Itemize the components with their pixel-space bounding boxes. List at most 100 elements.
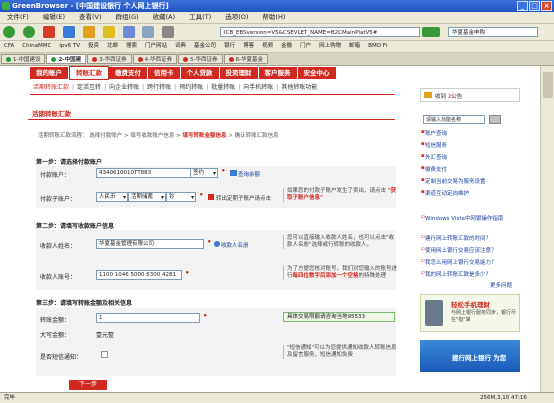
payee-name-input[interactable]: 华夏基金管理有限公司: [96, 239, 204, 249]
news-link[interactable]: Windows Vista中网银操作指南: [425, 214, 520, 222]
cash-select[interactable]: 钞: [166, 192, 196, 202]
link-item[interactable]: 门户: [296, 41, 315, 52]
next-button[interactable]: 下一步: [69, 380, 107, 390]
link-item[interactable]: 金融: [277, 41, 296, 52]
link-item[interactable]: CFA: [0, 41, 18, 52]
amount-input[interactable]: 1: [96, 313, 200, 323]
link-item[interactable]: 邮箱: [345, 41, 364, 52]
required-mark: •: [199, 191, 204, 199]
menu-file[interactable]: 文件(F): [0, 12, 36, 23]
home-icon[interactable]: [82, 26, 95, 38]
link-item[interactable]: 投资: [84, 41, 103, 52]
nav-my-account[interactable]: 我的账户: [30, 67, 69, 79]
close-button[interactable]: ×: [541, 1, 552, 11]
search-button[interactable]: [489, 115, 501, 124]
account-select[interactable]: 4340610010TT883: [96, 168, 200, 178]
inbox-text[interactable]: 收到 2公告: [435, 92, 462, 100]
search-icon: [230, 170, 237, 176]
nav-loan[interactable]: 个人贷款: [180, 67, 220, 79]
nav-payment[interactable]: 缴费支付: [109, 67, 148, 79]
quick-link[interactable]: 短信服务: [425, 141, 447, 149]
more-link[interactable]: 更多问题: [490, 281, 512, 289]
menu-group[interactable]: 群组(G): [109, 12, 146, 23]
subnav-current-transfer[interactable]: 活期转账汇款: [30, 84, 72, 91]
subnav-item[interactable]: 批量转账: [208, 84, 238, 91]
quick-link[interactable]: 定制当前交易为服务设置: [425, 177, 486, 185]
vertical-scrollbar[interactable]: [540, 66, 554, 392]
mobile-banking-ad[interactable]: 轻松手机理财 与网上银行服务同步，银行尽在"指"掌: [420, 294, 520, 332]
news-link[interactable]: 使用网上银行交易应该注意？: [425, 246, 520, 254]
online-banking-ad[interactable]: 建行网上银行 为您: [420, 340, 520, 372]
account-label: 付款账户：: [40, 172, 71, 179]
quick-link[interactable]: 账户查询: [425, 129, 447, 137]
regular-account-link[interactable]: 转出定期子账户请点击: [216, 194, 271, 202]
menu-edit[interactable]: 编辑(E): [36, 12, 72, 23]
menu-view[interactable]: 查看(V): [72, 12, 109, 23]
sms-checkbox[interactable]: [101, 351, 108, 358]
mail-icon[interactable]: [142, 26, 155, 38]
menu-options[interactable]: 选项(O): [218, 12, 255, 23]
back-icon[interactable]: [3, 26, 15, 38]
browser-tab[interactable]: 6-华夏基金: [223, 54, 269, 64]
browser-tab[interactable]: 5-华西证券: [178, 54, 223, 64]
stop-icon[interactable]: [42, 26, 55, 38]
nav-investment[interactable]: 投资理财: [219, 67, 259, 79]
minimize-button[interactable]: _: [517, 1, 528, 11]
menu-bar: 文件(F) 编辑(E) 查看(V) 群组(G) 收藏(A) 工具(T) 选项(O) 帮助(H): [0, 12, 554, 24]
type-select[interactable]: 活期储蓄: [128, 192, 166, 202]
payee-book-link[interactable]: 收款人名册: [221, 241, 249, 249]
history-icon[interactable]: [122, 26, 135, 38]
browser-tab[interactable]: 4-华西证券: [132, 54, 178, 64]
news-link[interactable]: 建行网上转账汇款的时间？: [425, 234, 520, 242]
go-icon[interactable]: [422, 27, 440, 37]
link-item[interactable]: 搜索: [122, 41, 141, 52]
nav-security[interactable]: 安全中心: [297, 67, 337, 79]
news-link[interactable]: 我怎么用网上银行交易能力？: [425, 258, 520, 266]
link-item[interactable]: ChinaMMC: [18, 41, 55, 52]
payee-account-input[interactable]: 1100 1046 5000 5300 4281: [96, 270, 182, 280]
link-item[interactable]: 博客: [239, 41, 258, 52]
news-link[interactable]: 我的网上转账汇款是多少？: [425, 270, 520, 278]
link-item[interactable]: 词典: [171, 41, 190, 52]
link-item[interactable]: 视频: [258, 41, 277, 52]
link-item[interactable]: 基金公司: [190, 41, 220, 52]
scrollbar-thumb[interactable]: [543, 72, 553, 98]
address-bar[interactable]: ICB_EBSversion=V5&CSEVLET_NAME=B2CMainPl…: [220, 27, 420, 37]
nav-customer-service[interactable]: 客户服务: [258, 67, 298, 79]
link-item[interactable]: 北邮: [103, 41, 122, 52]
currency-select[interactable]: 人民币: [96, 192, 128, 202]
forward-icon[interactable]: [22, 26, 35, 38]
subnav-item[interactable]: 预约转账: [176, 84, 206, 91]
browser-tab[interactable]: 3-华西证券: [87, 54, 132, 64]
subnav-item[interactable]: 定活互转: [74, 84, 104, 91]
browser-tab[interactable]: 1-中国建设: [1, 54, 46, 64]
browser-tab-active[interactable]: 2-中国建: [46, 54, 87, 64]
nav-transfer[interactable]: 转账汇款: [69, 66, 109, 80]
subnav-item[interactable]: 其他转账功能: [278, 84, 320, 91]
function-search-input[interactable]: 请输入功能名称: [423, 115, 485, 124]
nav-credit-card[interactable]: 信用卡: [148, 67, 181, 79]
menu-help[interactable]: 帮助(H): [255, 12, 292, 23]
subnav-item[interactable]: 跨行转账: [144, 84, 174, 91]
query-balance-link[interactable]: 查询余额: [238, 170, 260, 178]
refresh-icon[interactable]: [62, 26, 75, 38]
print-icon[interactable]: [162, 26, 175, 38]
quick-link[interactable]: 缴费支付: [425, 165, 447, 173]
favorites-icon[interactable]: [102, 26, 115, 38]
link-item[interactable]: 银行: [220, 41, 239, 52]
subnav-item[interactable]: 向企业转账: [106, 84, 142, 91]
link-item[interactable]: 网上购物: [315, 41, 345, 52]
subnav-item[interactable]: 向手机转账: [240, 84, 276, 91]
quick-link[interactable]: 渠道互动定向维护: [425, 189, 469, 197]
sign-select[interactable]: 签约: [190, 168, 218, 178]
quick-link[interactable]: 外汇查询: [425, 153, 447, 161]
search-input[interactable]: 华夏基金申购: [448, 27, 538, 37]
link-item[interactable]: 门户网站: [141, 41, 171, 52]
menu-tools[interactable]: 工具(T): [182, 12, 218, 23]
maximize-button[interactable]: □: [529, 1, 540, 11]
subaccount-tip: 如果您的付款子账户发生了卖出，请点击 "获取子账户信息": [283, 188, 397, 202]
page-icon: [228, 57, 234, 62]
link-item[interactable]: ipv6 TV: [55, 41, 84, 52]
menu-favorites[interactable]: 收藏(A): [146, 12, 183, 23]
link-item[interactable]: BMO Fi: [364, 41, 391, 52]
